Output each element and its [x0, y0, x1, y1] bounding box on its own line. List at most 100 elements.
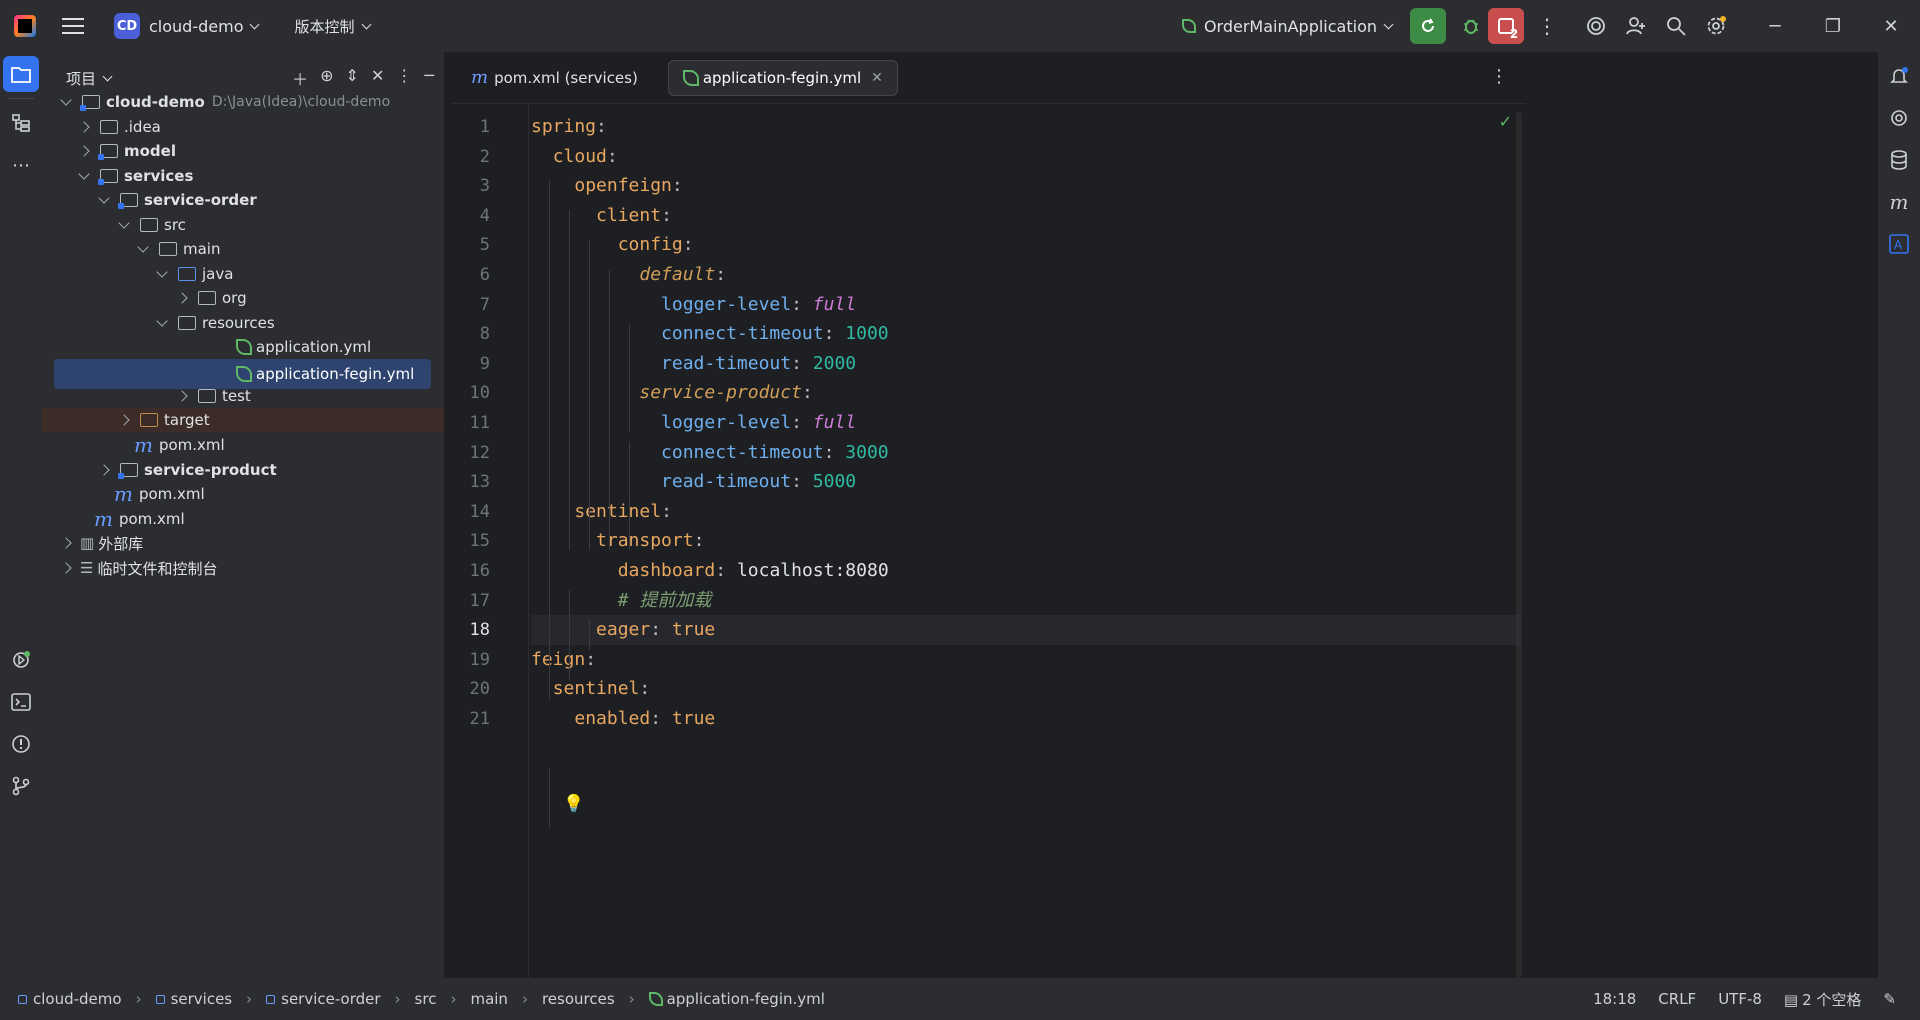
notifications-bell-icon[interactable] — [1881, 58, 1917, 94]
code-line[interactable]: transport: — [531, 526, 1521, 556]
code-line[interactable]: spring: — [531, 112, 1521, 142]
project-tool-icon[interactable] — [3, 56, 39, 92]
expand-arrow-icon[interactable] — [137, 241, 149, 253]
chevron-down-icon[interactable] — [102, 71, 113, 81]
code-line[interactable]: eager: true — [531, 615, 1521, 646]
debug-button[interactable] — [1454, 0, 1488, 52]
breadcrumb-item[interactable]: application-fegin.yml — [667, 990, 825, 1008]
vertical-scrollbar[interactable] — [1516, 112, 1522, 978]
breadcrumb-item[interactable]: main — [470, 990, 507, 1008]
tree-item-scratches[interactable]: ☰ 临时文件和控制台 — [42, 553, 444, 583]
expand-arrow-icon[interactable] — [176, 292, 188, 304]
expand-arrow-icon[interactable] — [78, 168, 90, 180]
expand-arrow-icon[interactable] — [176, 390, 188, 402]
encoding-selector[interactable]: UTF-8 — [1718, 990, 1762, 1008]
expand-arrow-icon[interactable] — [156, 315, 168, 327]
rerun-button[interactable] — [1410, 8, 1446, 44]
minimize-window-icon[interactable]: ─ — [1746, 0, 1804, 52]
expand-arrow-icon[interactable] — [98, 192, 110, 204]
terminal-tool-icon[interactable] — [3, 684, 39, 720]
code-line[interactable]: config: — [531, 230, 1521, 260]
project-switcher[interactable]: cloud-demo — [149, 17, 243, 36]
translate-tool-icon[interactable]: A — [1881, 226, 1917, 262]
indent-selector[interactable]: ▤ 2 个空格 — [1784, 989, 1862, 1010]
chevron-down-icon[interactable] — [250, 19, 260, 29]
expand-arrow-icon[interactable] — [156, 266, 168, 278]
code-line[interactable]: logger-level: full — [531, 290, 1521, 320]
vcs-menu[interactable]: 版本控制 — [294, 16, 354, 37]
close-tab-icon[interactable]: ✕ — [871, 70, 883, 86]
code-line[interactable]: logger-level: full — [531, 408, 1521, 438]
breadcrumb-item[interactable]: services — [171, 990, 233, 1008]
folder-icon — [198, 389, 216, 403]
run-config-selector[interactable]: OrderMainApplication — [1181, 16, 1394, 36]
settings-gear-icon[interactable] — [1696, 0, 1736, 52]
no-problems-check-icon[interactable]: ✓ — [1499, 112, 1512, 131]
scratches-icon: ☰ — [80, 559, 94, 577]
code-line[interactable]: openfeign: — [531, 171, 1521, 201]
indent-label: 2 个空格 — [1802, 990, 1862, 1009]
caret-position[interactable]: 18:18 — [1593, 990, 1636, 1008]
ai-chat-icon[interactable] — [1881, 100, 1917, 136]
expand-arrow-icon[interactable] — [118, 414, 130, 426]
breadcrumb-item[interactable]: service-order — [281, 990, 380, 1008]
code-line[interactable]: read-timeout: 5000 — [531, 467, 1521, 497]
readonly-toggle-icon[interactable]: ✎ — [1883, 990, 1896, 1008]
code-line[interactable]: connect-timeout: 3000 — [531, 438, 1521, 468]
code-line[interactable]: connect-timeout: 1000 — [531, 319, 1521, 349]
code-line[interactable]: dashboard: localhost:8080 — [531, 556, 1521, 586]
expand-arrow-icon[interactable] — [60, 537, 72, 549]
add-user-icon[interactable] — [1616, 0, 1656, 52]
line-number: 9 — [479, 353, 490, 374]
code-line[interactable]: default: — [531, 260, 1521, 290]
expand-arrow-icon[interactable] — [98, 464, 110, 476]
code-line[interactable]: sentinel: — [531, 497, 1521, 527]
tree-item-test[interactable]: test — [42, 381, 444, 411]
code-line[interactable]: enabled: true — [531, 704, 1521, 734]
structure-tool-icon[interactable] — [3, 105, 39, 141]
intention-bulb-icon[interactable]: 💡 — [563, 794, 584, 814]
code-line[interactable]: sentinel: — [531, 674, 1521, 704]
restore-window-icon[interactable]: ❐ — [1804, 0, 1862, 52]
project-badge[interactable]: CD — [114, 13, 140, 39]
main-menu-icon[interactable] — [62, 18, 84, 34]
tab-label: application-fegin.yml — [702, 68, 862, 87]
chevron-down-icon[interactable] — [361, 19, 371, 29]
services-tool-icon[interactable] — [3, 642, 39, 678]
expand-arrow-icon[interactable] — [78, 145, 90, 157]
divider — [8, 98, 34, 99]
expand-arrow-icon[interactable] — [118, 217, 130, 229]
expand-arrow-icon[interactable] — [60, 94, 72, 106]
code-line[interactable]: feign: — [531, 645, 1521, 675]
expand-arrow-icon[interactable] — [60, 562, 72, 574]
breadcrumb-item[interactable]: src — [415, 990, 437, 1008]
module-folder-icon — [118, 193, 138, 209]
project-panel-title[interactable]: 项目 — [66, 68, 96, 89]
ai-assistant-icon[interactable] — [1576, 0, 1616, 52]
tab-pom-services[interactable]: m pom.xml (services) — [457, 60, 652, 96]
code-line[interactable]: read-timeout: 2000 — [531, 349, 1521, 379]
code-line[interactable]: client: — [531, 201, 1521, 231]
problems-tool-icon[interactable] — [3, 726, 39, 762]
breadcrumb-item[interactable]: resources — [542, 990, 615, 1008]
more-actions-icon[interactable]: ⋮ — [1532, 0, 1562, 52]
tree-item-application-yml[interactable]: application.yml — [42, 332, 444, 362]
breadcrumb-separator-icon: › — [246, 990, 253, 1008]
stop-button[interactable]: 2 — [1488, 8, 1524, 44]
maven-tool-icon[interactable]: m — [1881, 184, 1917, 220]
code-line[interactable]: service-product: — [531, 378, 1521, 408]
expand-arrow-icon[interactable] — [78, 121, 90, 133]
code-line[interactable]: cloud: — [531, 142, 1521, 172]
git-tool-icon[interactable] — [3, 768, 39, 804]
more-tools-icon[interactable]: ⋯ — [3, 147, 39, 183]
search-icon[interactable] — [1656, 0, 1696, 52]
line-ending-selector[interactable]: CRLF — [1658, 990, 1696, 1008]
run-config-label: OrderMainApplication — [1203, 16, 1377, 36]
tree-item-target[interactable]: target — [42, 408, 444, 432]
database-icon[interactable] — [1881, 142, 1917, 178]
breadcrumb-item[interactable]: cloud-demo — [33, 990, 122, 1008]
close-window-icon[interactable]: ✕ — [1862, 0, 1920, 52]
tab-application-fegin-yml[interactable]: application-fegin.yml ✕ — [667, 59, 898, 96]
code-line[interactable]: # 提前加载 — [531, 586, 1521, 616]
tab-options-icon[interactable]: ⋮ — [1490, 66, 1508, 87]
